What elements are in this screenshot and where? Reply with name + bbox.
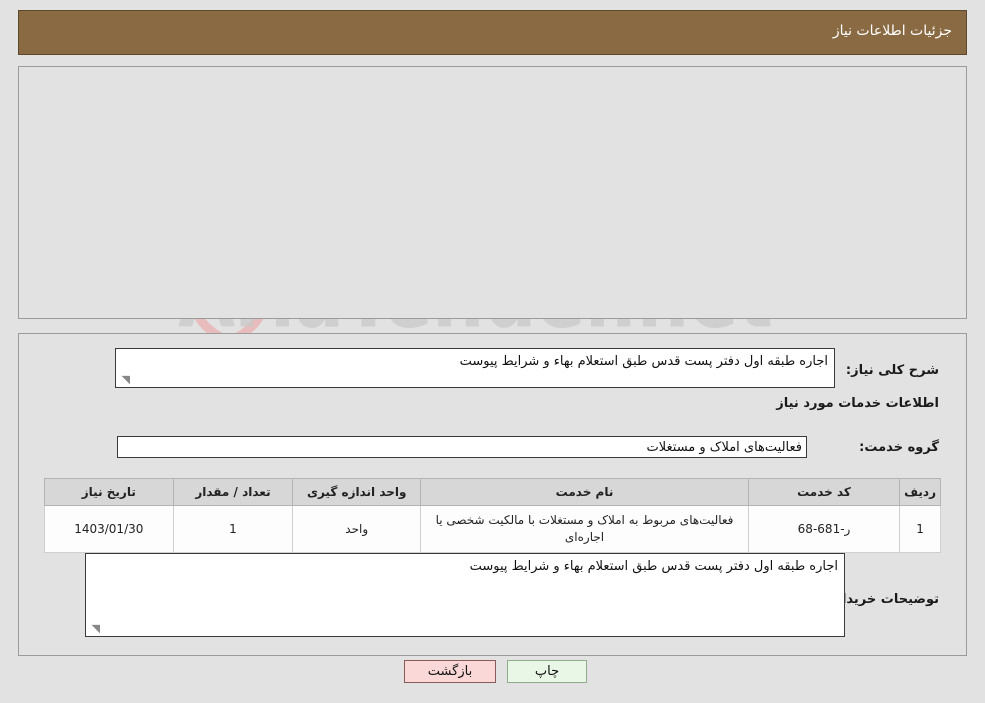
cell-service-name: فعالیت‌های مربوط به املاک و مستغلات با م… bbox=[420, 505, 749, 553]
resize-grip-icon[interactable]: ◤ bbox=[88, 622, 100, 635]
buyer-notes-textarea[interactable]: اجاره طبقه اول دفتر پست قدس طبق استعلام … bbox=[85, 553, 845, 637]
general-desc-textarea[interactable]: اجاره طبقه اول دفتر پست قدس طبق استعلام … bbox=[115, 348, 835, 388]
col-row: ردیف bbox=[899, 478, 941, 506]
need-info-panel bbox=[18, 66, 967, 319]
resize-grip-icon[interactable]: ◤ bbox=[118, 373, 130, 386]
table-header-row: ردیف کد خدمت نام خدمت واحد اندازه گیری ت… bbox=[44, 478, 941, 506]
print-button[interactable]: چاپ bbox=[507, 660, 587, 683]
services-section-heading: اطلاعات خدمات مورد نیاز bbox=[776, 396, 939, 411]
general-desc-label: شرح کلی نیاز: bbox=[845, 363, 939, 378]
footer-actions: بازگشت چاپ bbox=[0, 658, 985, 703]
col-service-code: کد خدمت bbox=[747, 478, 901, 506]
cell-row: 1 bbox=[899, 505, 941, 553]
general-desc-value: اجاره طبقه اول دفتر پست قدس طبق استعلام … bbox=[459, 354, 828, 369]
table-row: 1 ر-681-68 فعالیت‌های مربوط به املاک و م… bbox=[44, 505, 941, 553]
service-group-value: فعالیت‌های املاک و مستغلات bbox=[117, 436, 807, 458]
col-need-date: تاریخ نیاز bbox=[44, 478, 174, 506]
cell-quantity: 1 bbox=[172, 505, 294, 553]
col-quantity: تعداد / مقدار bbox=[172, 478, 294, 506]
buyer-notes-label: توضیحات خریدار: bbox=[829, 592, 939, 607]
back-button[interactable]: بازگشت bbox=[404, 660, 496, 683]
cell-need-date: 1403/01/30 bbox=[44, 505, 174, 553]
service-group-label: گروه خدمت: bbox=[859, 440, 939, 455]
page-title: جزئیات اطلاعات نیاز bbox=[832, 23, 952, 39]
col-unit: واحد اندازه گیری bbox=[292, 478, 422, 506]
cell-unit: واحد bbox=[292, 505, 422, 553]
col-service-name: نام خدمت bbox=[420, 478, 749, 506]
buyer-notes-value: اجاره طبقه اول دفتر پست قدس طبق استعلام … bbox=[469, 559, 838, 574]
services-table: ردیف کد خدمت نام خدمت واحد اندازه گیری ت… bbox=[44, 478, 941, 553]
cell-service-code: ر-681-68 bbox=[747, 505, 901, 553]
page-title-bar: جزئیات اطلاعات نیاز bbox=[18, 10, 967, 55]
